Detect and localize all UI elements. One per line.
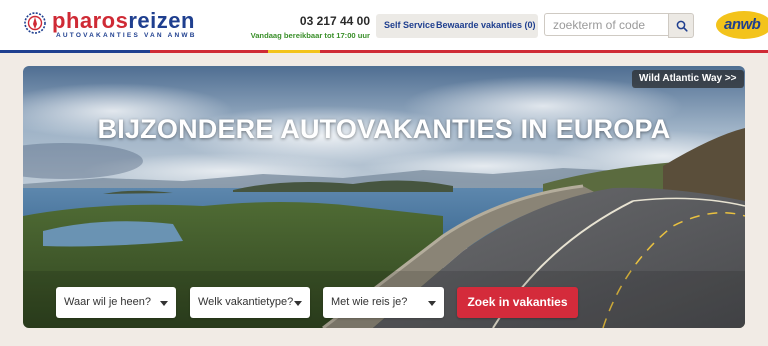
compass-logo-icon: [24, 12, 46, 34]
site-header: pharosreizen AUTOVAKANTIES VAN ANWB 03 2…: [0, 0, 768, 53]
stripe-blue-segment: [0, 50, 150, 53]
hero-banner[interactable]: Wild Atlantic Way >> BIJZONDERE AUTOVAKA…: [23, 66, 745, 328]
chevron-down-icon: [428, 301, 436, 306]
destination-select-label: Waar wil je heen?: [64, 296, 152, 308]
chevron-down-icon: [160, 301, 168, 306]
opening-hours: Vandaag bereikbaar tot 17:00 uur: [250, 31, 370, 40]
search-icon: [676, 20, 688, 32]
chevron-down-icon: [294, 301, 302, 306]
brand-tagline: AUTOVAKANTIES VAN ANWB: [56, 32, 197, 39]
self-service-link[interactable]: Self Service: [384, 20, 435, 30]
search-holidays-button[interactable]: Zoek in vakanties: [457, 287, 578, 318]
service-nav: Self Service Bewaarde vakanties (0): [376, 14, 538, 38]
search-button[interactable]: [668, 13, 694, 38]
travel-company-select[interactable]: Met wie reis je?: [323, 287, 444, 318]
holiday-type-select[interactable]: Welk vakantietype?: [190, 287, 310, 318]
travel-company-select-label: Met wie reis je?: [331, 296, 408, 308]
wild-atlantic-way-link[interactable]: Wild Atlantic Way >>: [632, 70, 744, 88]
search-bar: [544, 13, 694, 38]
anwb-logo-text: anwb: [724, 16, 761, 33]
stripe-yellow-segment: [268, 50, 320, 53]
saved-trips-link[interactable]: Bewaarde vakanties (0): [436, 20, 536, 30]
search-input[interactable]: [544, 13, 668, 36]
anwb-logo[interactable]: anwb: [716, 11, 768, 41]
brand-name: pharosreizen: [52, 8, 195, 33]
phone-number[interactable]: 03 217 44 00: [250, 14, 370, 28]
hero-title: BIJZONDERE AUTOVAKANTIES IN EUROPA: [97, 114, 671, 144]
destination-select[interactable]: Waar wil je heen?: [56, 287, 176, 318]
contact-block: 03 217 44 00 Vandaag bereikbaar tot 17:0…: [250, 14, 370, 42]
header-color-stripe: [0, 50, 768, 53]
holiday-type-select-label: Welk vakantietype?: [198, 296, 294, 308]
